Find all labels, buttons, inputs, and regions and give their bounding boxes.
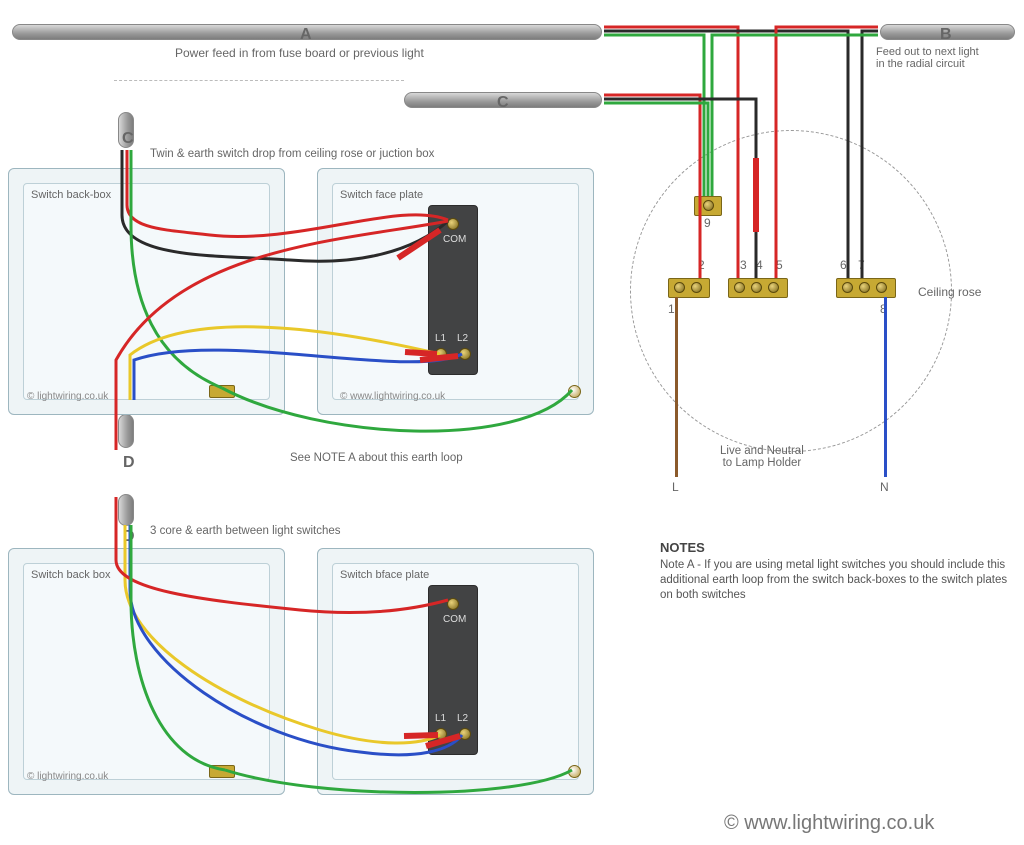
diagram-canvas: A Power feed in from fuse board or previ… <box>0 0 1024 845</box>
wiring-svg <box>0 0 1024 845</box>
